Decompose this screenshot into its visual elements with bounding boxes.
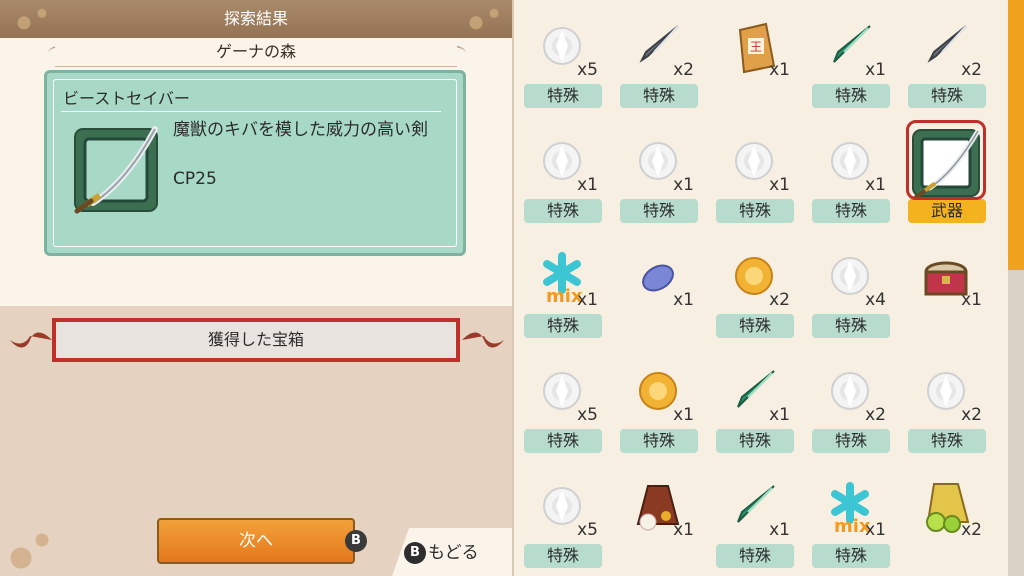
item-category-tag: 特殊 xyxy=(812,544,890,568)
item-cell[interactable]: x1 特殊 xyxy=(514,115,610,230)
item-quantity: x4 xyxy=(865,290,886,310)
item-description: 魔獣のキバを模した威力の高い剣 xyxy=(173,120,428,140)
item-category-tag: 特殊 xyxy=(524,429,602,453)
item-cell[interactable]: x2 特殊 xyxy=(802,345,898,460)
chest-section-label: 獲得した宝箱 xyxy=(52,318,460,362)
item-quantity: x1 xyxy=(673,520,694,540)
result-panel: 探索結果 ゲーナの森 ビーストセイバー 魔獣のキバを模した威力の高い剣 CP25… xyxy=(0,0,514,576)
scrollbar-thumb[interactable] xyxy=(1008,0,1024,270)
saber-icon xyxy=(71,125,161,215)
item-category-tag: 特殊 xyxy=(908,429,986,453)
back-label[interactable]: もどる xyxy=(428,542,479,564)
item-quantity: x2 xyxy=(865,405,886,425)
item-quantity: x2 xyxy=(961,405,982,425)
item-quantity: x1 xyxy=(577,290,598,310)
item-quantity: x1 xyxy=(769,175,790,195)
item-category-tag: 特殊 xyxy=(812,429,890,453)
item-cell[interactable]: x2 xyxy=(898,460,994,575)
item-quantity: x5 xyxy=(577,405,598,425)
item-quantity: x1 xyxy=(769,520,790,540)
item-quantity: x1 xyxy=(577,175,598,195)
item-quantity: x2 xyxy=(673,60,694,80)
item-quantity: x5 xyxy=(577,60,598,80)
selection-frame xyxy=(906,120,986,200)
item-quantity: x2 xyxy=(961,520,982,540)
item-category-tag: 武器 xyxy=(908,199,986,223)
item-cell[interactable]: x1 特殊 xyxy=(706,345,802,460)
item-quantity: x1 xyxy=(865,60,886,80)
item-quantity: x1 xyxy=(769,60,790,80)
item-quantity: x1 xyxy=(673,405,694,425)
b-button-icon: B xyxy=(345,530,367,552)
item-name: ビーストセイバー xyxy=(63,89,190,108)
item-cell[interactable]: x1 特殊 xyxy=(610,345,706,460)
item-cell[interactable]: x1 特殊 xyxy=(802,0,898,115)
item-cell[interactable]: mix x1 特殊 xyxy=(514,230,610,345)
item-category-tag: 特殊 xyxy=(716,199,794,223)
ornament-icon xyxy=(0,0,60,38)
item-category-tag: 特殊 xyxy=(620,84,698,108)
ornament-icon xyxy=(452,0,512,38)
item-category-tag: 特殊 xyxy=(908,84,986,108)
item-cell[interactable]: mix x1 特殊 xyxy=(802,460,898,575)
item-category-tag: 特殊 xyxy=(524,84,602,108)
item-category-tag: 特殊 xyxy=(524,314,602,338)
item-category-tag: 特殊 xyxy=(812,314,890,338)
flourish-icon xyxy=(462,332,504,348)
item-category-tag: 特殊 xyxy=(524,199,602,223)
item-quantity: x1 xyxy=(961,290,982,310)
item-cell[interactable]: 王 x1 xyxy=(706,0,802,115)
item-cell[interactable]: x1 xyxy=(610,460,706,575)
item-category-tag: 特殊 xyxy=(620,429,698,453)
b-button-icon: B xyxy=(404,542,426,564)
item-detail-card: ビーストセイバー 魔獣のキバを模した威力の高い剣 CP25 xyxy=(44,70,466,256)
header-title: 探索結果 xyxy=(0,0,512,38)
item-quantity: x1 xyxy=(673,290,694,310)
item-category-tag: 特殊 xyxy=(716,314,794,338)
item-cell[interactable]: x5 特殊 xyxy=(514,0,610,115)
item-quantity: x1 xyxy=(769,405,790,425)
item-cell[interactable]: x2 特殊 xyxy=(706,230,802,345)
item-cell[interactable]: x1 特殊 xyxy=(706,115,802,230)
svg-text:王: 王 xyxy=(750,40,762,54)
item-cell[interactable]: x2 特殊 xyxy=(610,0,706,115)
item-category-tag: 特殊 xyxy=(812,199,890,223)
ornament-icon xyxy=(0,516,70,576)
location-name: ゲーナの森 xyxy=(55,38,457,67)
item-cell[interactable]: x5 特殊 xyxy=(514,345,610,460)
item-cp: CP25 xyxy=(173,169,217,189)
item-cell[interactable]: x1 xyxy=(898,230,994,345)
item-quantity: x5 xyxy=(577,520,598,540)
item-category-tag: 特殊 xyxy=(524,544,602,568)
item-cell[interactable]: x5 特殊 xyxy=(514,460,610,575)
item-cell[interactable]: x2 特殊 xyxy=(898,0,994,115)
item-category-tag: 特殊 xyxy=(812,84,890,108)
item-category-tag: 特殊 xyxy=(716,429,794,453)
next-button[interactable]: 次へ xyxy=(157,518,355,564)
item-quantity: x2 xyxy=(961,60,982,80)
item-category-tag: 特殊 xyxy=(620,199,698,223)
item-quantity: x2 xyxy=(769,290,790,310)
item-quantity: x1 xyxy=(865,520,886,540)
item-cell[interactable]: x1 特殊 xyxy=(706,460,802,575)
item-cell[interactable]: x4 特殊 xyxy=(802,230,898,345)
item-quantity: x1 xyxy=(865,175,886,195)
item-cell[interactable]: x1 特殊 xyxy=(802,115,898,230)
item-quantity: x1 xyxy=(673,175,694,195)
item-cell[interactable]: x1 xyxy=(610,230,706,345)
item-cell[interactable]: x1 特殊 xyxy=(610,115,706,230)
item-category-tag: 特殊 xyxy=(716,544,794,568)
flourish-icon xyxy=(10,332,52,348)
item-cell[interactable]: x2 特殊 xyxy=(898,345,994,460)
